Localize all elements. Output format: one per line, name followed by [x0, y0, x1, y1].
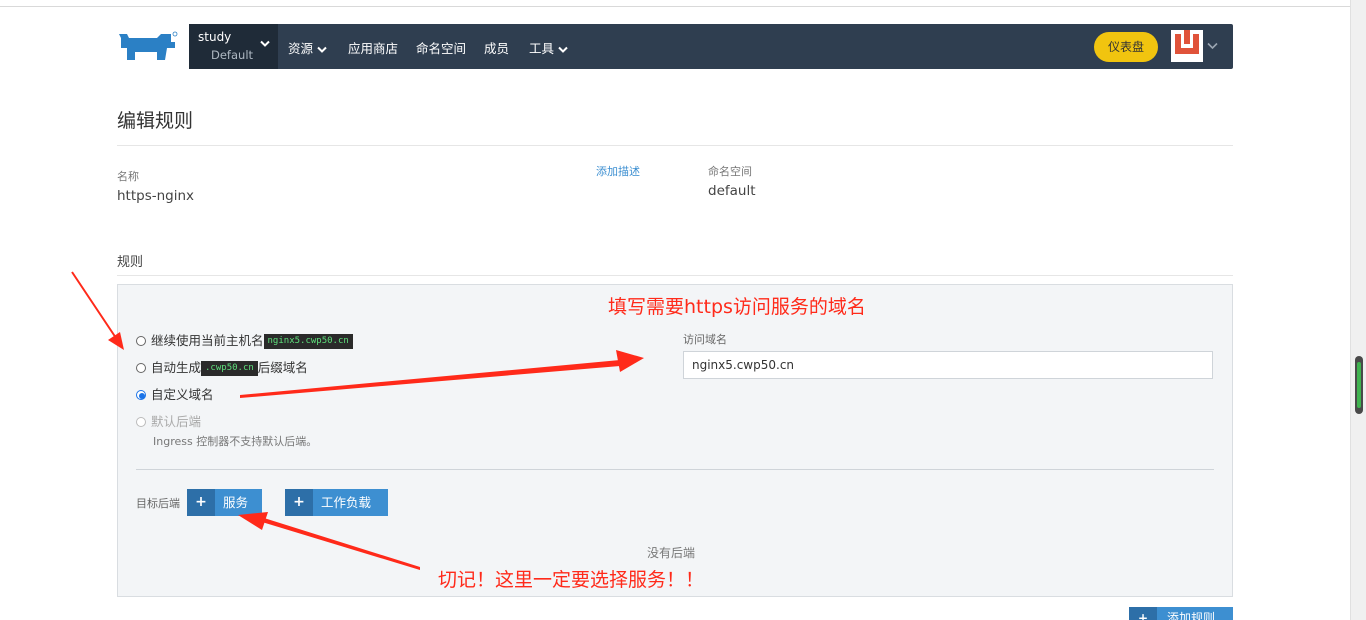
chevron-down-icon	[317, 46, 327, 53]
option-label: 自动生成	[151, 360, 202, 375]
option-label: 自定义域名	[151, 387, 214, 402]
option-default-backend: 默认后端	[136, 413, 201, 431]
namespace-label: 命名空间	[708, 165, 752, 178]
chevron-down-icon[interactable]	[1207, 42, 1218, 50]
suffix-tag: .cwp50.cn	[201, 361, 258, 376]
annotation-service-hint: 切记！这里一定要选择服务！！	[438, 569, 705, 591]
add-service-button[interactable]: + 服务	[187, 489, 262, 516]
nav-item-namespaces[interactable]: 命名空间	[416, 38, 466, 57]
nav-item-members[interactable]: 成员	[484, 38, 509, 57]
page-title: 编辑规则	[117, 110, 194, 132]
option-custom-domain[interactable]: 自定义域名	[136, 386, 214, 404]
divider	[117, 145, 1233, 146]
radio-button[interactable]	[136, 335, 146, 346]
chevron-down-icon	[558, 46, 568, 53]
radio-button-disabled	[136, 416, 146, 427]
nav-item-label: 工具	[529, 41, 555, 56]
button-label: 添加规则	[1167, 611, 1216, 620]
nav-item-resources[interactable]: 资源	[288, 38, 327, 57]
default-backend-hint: Ingress 控制器不支持默认后端。	[153, 435, 318, 448]
dashboard-button[interactable]: 仪表盘	[1094, 32, 1158, 62]
name-label: 名称	[117, 170, 139, 183]
plus-icon: +	[1129, 607, 1157, 620]
rancher-logo-icon[interactable]	[117, 30, 179, 64]
rules-section-title: 规则	[117, 255, 144, 270]
button-label: 工作负载	[321, 495, 372, 510]
nav-item-label: 应用商店	[348, 41, 399, 56]
annotation-domain-hint: 填写需要https访问服务的域名	[608, 296, 866, 318]
scrollbar-thumb[interactable]	[1355, 356, 1363, 414]
project-name: study	[198, 30, 232, 44]
nav-item-label: 命名空间	[416, 41, 467, 56]
top-navigation: study Default 资源 应用商店 命名空间 成员 工具 仪表盘	[189, 24, 1233, 69]
name-value: https-nginx	[117, 188, 195, 204]
plus-icon: +	[285, 489, 313, 516]
hostname-tag: nginx5.cwp50.cn	[263, 334, 353, 349]
button-label: 服务	[223, 495, 249, 510]
browser-top-strip	[0, 0, 1350, 7]
option-keep-hostname[interactable]: 继续使用当前主机名 nginx5.cwp50.cn	[136, 332, 353, 350]
namespace-value: default	[708, 183, 756, 199]
option-label: 继续使用当前主机名	[151, 333, 264, 348]
plus-icon: +	[187, 489, 215, 516]
add-description-link[interactable]: 添加描述	[596, 163, 640, 179]
option-label: 默认后端	[151, 414, 202, 429]
option-auto-generate[interactable]: 自动生成 .cwp50.cn 后缀域名	[136, 359, 308, 377]
option-suffix-label: 后缀域名	[257, 360, 308, 375]
nav-item-label: 资源	[288, 41, 314, 56]
add-rule-button[interactable]: + 添加规则	[1129, 607, 1233, 620]
chevron-down-icon	[260, 40, 270, 47]
project-cluster: Default	[211, 48, 254, 62]
domain-input[interactable]: nginx5.cwp50.cn	[683, 351, 1213, 379]
user-avatar[interactable]	[1171, 30, 1203, 62]
divider	[117, 275, 1233, 276]
empty-backend-text: 没有后端	[647, 546, 696, 560]
annotation-arrow-line	[71, 271, 117, 339]
project-switcher[interactable]: study Default	[189, 24, 278, 69]
add-workload-button[interactable]: + 工作负载	[285, 489, 388, 516]
nav-item-label: 成员	[484, 41, 510, 56]
divider	[136, 469, 1214, 470]
domain-label: 访问域名	[683, 333, 727, 346]
nav-item-app-store[interactable]: 应用商店	[348, 38, 398, 57]
radio-button-selected[interactable]	[136, 389, 146, 400]
radio-button[interactable]	[136, 362, 146, 373]
target-backend-label: 目标后端	[136, 497, 180, 510]
vertical-scrollbar[interactable]	[1350, 0, 1366, 620]
nav-item-tools[interactable]: 工具	[529, 38, 568, 57]
